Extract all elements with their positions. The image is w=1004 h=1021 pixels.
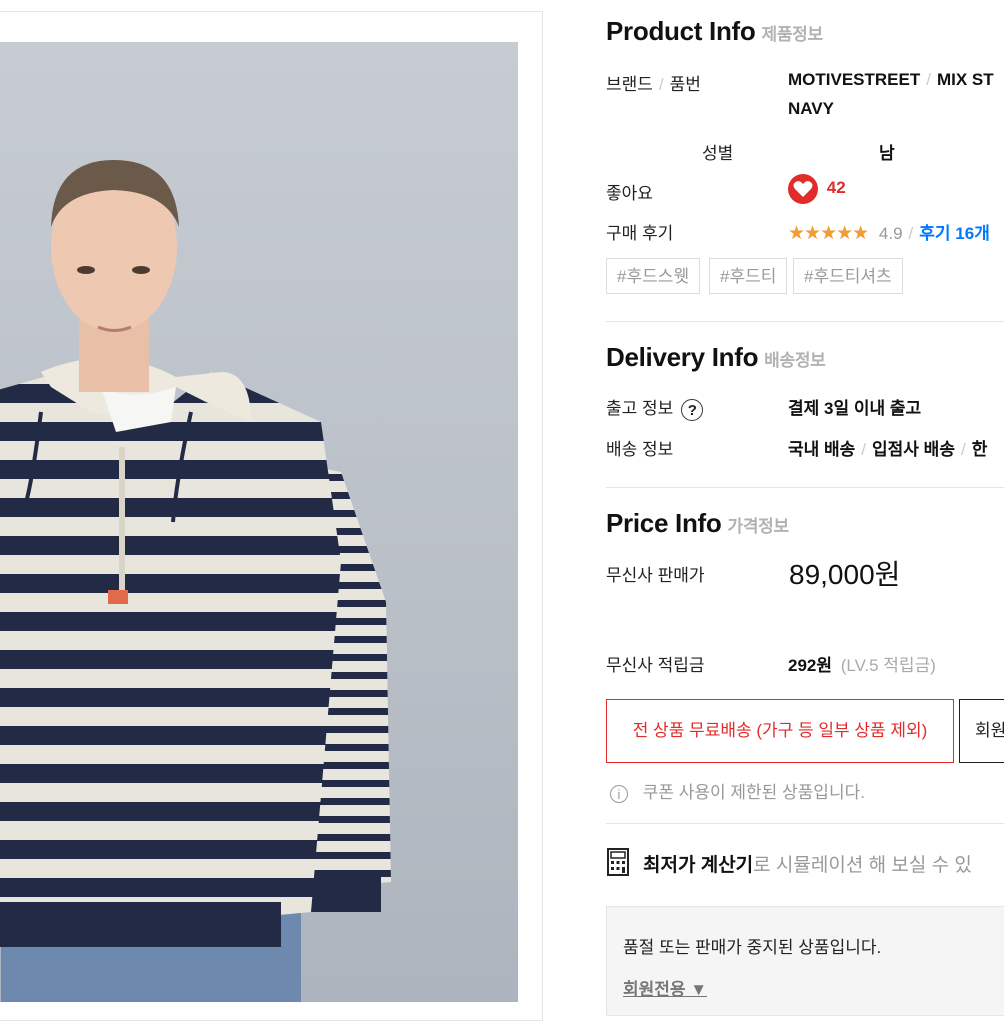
divider xyxy=(606,823,1004,824)
question-circle-icon[interactable]: ? xyxy=(681,398,704,421)
shipping-label: 배송 정보 xyxy=(606,440,674,459)
delivery-info-title: Delivery Info 배송정보 xyxy=(606,342,826,372)
points-label: 무신사 적립금 xyxy=(606,656,705,675)
review-label: 구매 후기 xyxy=(606,224,674,243)
product-image[interactable] xyxy=(0,42,518,1002)
star-icon: ★★★★★ xyxy=(788,223,869,244)
likes-label: 좋아요 xyxy=(606,184,653,203)
product-info-title: Product Info 제품정보 xyxy=(606,16,823,46)
number-label: 품번 xyxy=(669,75,701,94)
free-shipping-button[interactable]: 전 상품 무료배송 (가구 등 일부 상품 제외) xyxy=(606,699,954,763)
gender-value: 남 xyxy=(879,144,895,163)
points-note: (LV.5 적립금) xyxy=(840,656,936,675)
member-button[interactable]: 회원 xyxy=(959,699,1004,763)
coupon-notice-row: i 쿠폰 사용이 제한된 상품입니다. xyxy=(606,778,865,803)
calculator-icon xyxy=(607,848,629,882)
release-label: 출고 정보 xyxy=(606,399,674,418)
tag-hood-sweat[interactable]: #후드스웻 xyxy=(606,258,701,294)
sold-out-notice-box: 품절 또는 판매가 중지된 상품입니다. 회원전용 ▼ xyxy=(606,906,1004,1016)
brand-link[interactable]: MOTIVESTREET xyxy=(788,70,920,89)
likes-count: 42 xyxy=(826,178,846,198)
brand-label: 브랜드 xyxy=(606,75,653,94)
calculator-description: 로 시뮬레이션 해 보실 수 있 xyxy=(753,855,972,876)
shipping-more: 한 xyxy=(971,440,988,459)
members-only-toggle[interactable]: 회원전용 ▼ xyxy=(623,975,707,1000)
shipping-vendor: 입점사 배송 xyxy=(872,440,955,459)
heart-icon[interactable] xyxy=(788,174,818,204)
tag-hood-tee[interactable]: #후드티 xyxy=(709,258,788,294)
coupon-notice: 쿠폰 사용이 제한된 상품입니다. xyxy=(642,783,865,802)
release-value: 결제 3일 이내 출고 xyxy=(788,399,922,418)
product-image-frame xyxy=(0,11,543,1021)
review-count-link[interactable]: 후기 16개 xyxy=(919,224,990,243)
calculator-title: 최저가 계산기 xyxy=(643,855,754,876)
price-value: 89,000원 xyxy=(789,559,901,590)
tag-hood-tshirt[interactable]: #후드티셔츠 xyxy=(793,258,903,294)
divider xyxy=(606,487,1004,488)
divider xyxy=(606,321,1004,322)
gender-label: 성별 xyxy=(702,144,734,163)
price-label: 무신사 판매가 xyxy=(606,566,705,585)
product-number-line2: NAVY xyxy=(788,99,834,118)
info-icon: i xyxy=(610,784,628,803)
shipping-domestic: 국내 배송 xyxy=(788,440,856,459)
rating-value: 4.9 xyxy=(878,224,903,243)
price-info-title: Price Info 가격정보 xyxy=(606,508,789,538)
sold-out-notice: 품절 또는 판매가 중지된 상품입니다. xyxy=(623,938,882,957)
points-value: 292원 xyxy=(788,656,833,675)
product-number: MIX ST xyxy=(936,70,994,89)
